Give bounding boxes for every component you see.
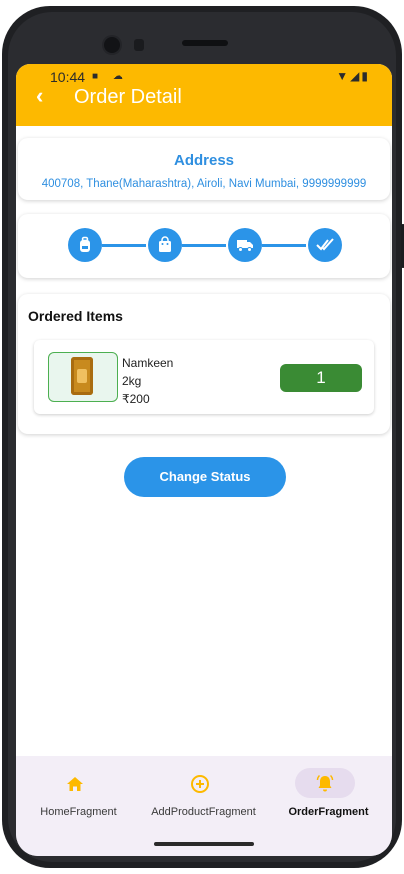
earpiece-speaker <box>182 40 228 46</box>
sensor <box>134 39 144 51</box>
done-all-icon <box>308 228 342 262</box>
nav-label-order: OrderFragment <box>288 806 369 818</box>
add-circle-icon <box>191 775 209 793</box>
list-item[interactable]: Namkeen 2kg ₹200 1 <box>34 340 374 414</box>
shopping-bag-icon <box>148 228 182 262</box>
address-title: Address <box>173 152 235 169</box>
progress-line-1 <box>102 244 146 247</box>
page-title: Order Detail <box>74 86 182 108</box>
app-bar: 10:44 ■ ☁ ▼◢▮ ‹ Order Detail <box>16 64 392 126</box>
main-content: Address 400708, Thane(Maharashtra), Airo… <box>16 126 392 756</box>
product-weight: 2kg <box>122 374 142 388</box>
nav-label-add-product: AddProductFragment <box>151 806 256 818</box>
progress-line-2 <box>182 244 226 247</box>
address-card: Address 400708, Thane(Maharashtra), Airo… <box>18 138 390 200</box>
front-camera <box>104 37 120 53</box>
ordered-items-card: Ordered Items Namkeen 2kg ₹200 1 <box>18 294 390 434</box>
snack-package-image <box>71 357 93 395</box>
phone-frame: 10:44 ■ ☁ ▼◢▮ ‹ Order Detail Address 400… <box>2 6 404 868</box>
status-notification-icons: ■ ☁ <box>92 71 129 82</box>
nav-item-home[interactable]: HomeFragment <box>16 756 141 856</box>
status-time: 10:44 <box>50 69 86 85</box>
ordered-items-title: Ordered Items <box>28 308 123 324</box>
address-text: 400708, Thane(Maharashtra), Airoli, Navi… <box>41 178 367 190</box>
progress-line-3 <box>262 244 306 247</box>
gesture-home-bar[interactable] <box>154 842 254 846</box>
product-price: ₹200 <box>122 392 150 406</box>
back-arrow-icon[interactable]: ‹ <box>36 83 43 109</box>
home-icon <box>67 777 83 791</box>
bottom-navigation: HomeFragment AddProductFragment OrderFra… <box>16 756 392 856</box>
nav-label-home: HomeFragment <box>40 806 117 818</box>
order-tracking-card <box>18 214 390 278</box>
backpack-icon <box>68 228 102 262</box>
screen: 10:44 ■ ☁ ▼◢▮ ‹ Order Detail Address 400… <box>16 64 392 856</box>
nav-item-order[interactable]: OrderFragment <box>266 756 391 856</box>
product-image <box>48 352 118 402</box>
change-status-button[interactable]: Change Status <box>124 457 286 497</box>
quantity-badge: 1 <box>280 364 362 392</box>
truck-icon <box>228 228 262 262</box>
status-signal-battery-icons: ▼◢▮ <box>336 69 370 83</box>
bell-ring-icon <box>316 774 334 792</box>
nav-item-add-product[interactable]: AddProductFragment <box>141 756 266 856</box>
product-name: Namkeen <box>122 356 174 370</box>
